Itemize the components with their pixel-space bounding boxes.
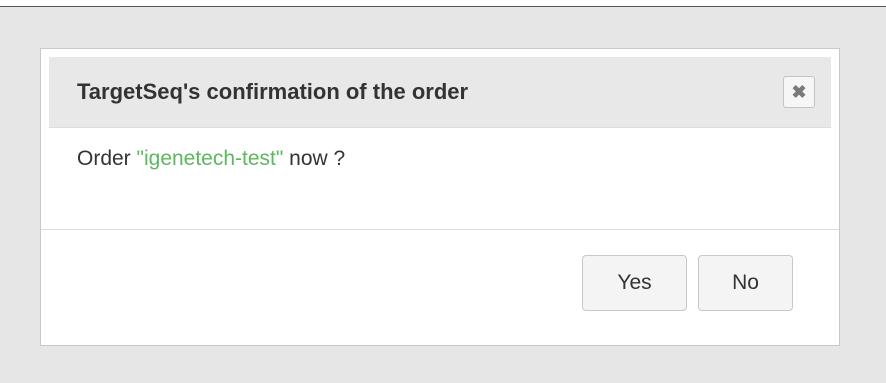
no-button[interactable]: No	[698, 255, 793, 311]
dialog-title: TargetSeq's confirmation of the order	[77, 79, 469, 104]
yes-button[interactable]: Yes	[582, 255, 687, 311]
top-border	[0, 0, 886, 7]
message-suffix: now ?	[283, 147, 346, 170]
dialog-header: TargetSeq's confirmation of the order ✖	[49, 57, 831, 128]
close-icon: ✖	[791, 82, 807, 102]
dialog-divider	[41, 229, 839, 230]
close-button[interactable]: ✖	[783, 76, 815, 108]
message-prefix: Order	[77, 147, 137, 170]
confirmation-dialog: TargetSeq's confirmation of the order ✖ …	[40, 48, 840, 346]
order-name: "igenetech-test"	[136, 147, 284, 170]
dialog-message: Order "igenetech-test" now ?	[77, 147, 345, 171]
